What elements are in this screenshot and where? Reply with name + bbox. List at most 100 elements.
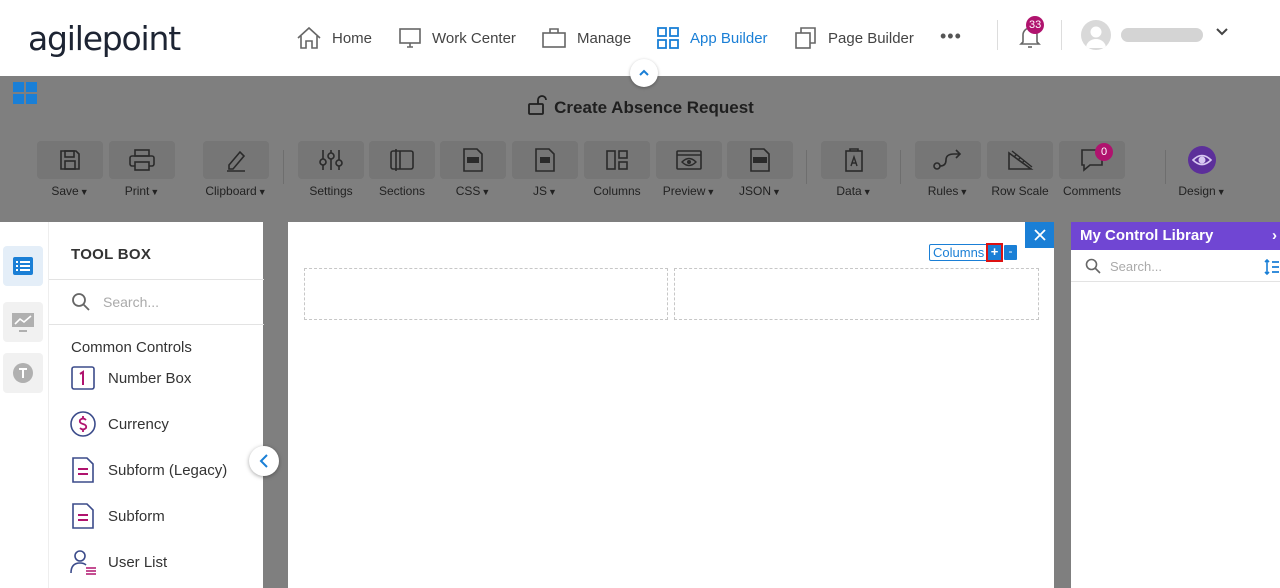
rail-analytics-button[interactable]	[3, 302, 43, 342]
toolbar-data[interactable]: Data▼	[821, 141, 887, 199]
text-circle-icon	[13, 363, 33, 383]
toolbar-js-label: JS	[533, 184, 548, 198]
columns-control-label[interactable]: Columns	[929, 244, 989, 261]
toolbar-json[interactable]: JSON▼	[727, 141, 793, 199]
page-builder-icon	[795, 27, 816, 49]
nav-home-label: Home	[332, 29, 373, 47]
briefcase-icon	[542, 28, 566, 48]
toolbar-preview-label: Preview	[662, 184, 706, 198]
more-menu-button[interactable]: •••	[940, 26, 962, 47]
toolbar-clipboard[interactable]: Clipboard▼	[203, 141, 269, 199]
home-icon	[297, 26, 321, 49]
nav-manage[interactable]: Manage	[541, 22, 631, 54]
control-library-panel: My Control Library › Search...	[1071, 222, 1280, 588]
agilepoint-logo[interactable]: agilepoint	[28, 19, 181, 58]
library-divider	[1071, 281, 1280, 282]
rules-flow-icon	[933, 149, 962, 170]
library-search-input[interactable]: Search...	[1085, 258, 1162, 274]
column-drop-zone[interactable]	[674, 268, 1039, 320]
sliders-icon	[319, 150, 343, 170]
nav-manage-label: Manage	[577, 29, 632, 47]
search-icon	[1085, 258, 1101, 274]
toolbox-search-placeholder: Search...	[103, 294, 160, 310]
toolbar-divider	[1165, 150, 1166, 184]
toolbox-panel: TOOL BOX Search... Common Controls Numbe…	[48, 222, 264, 588]
toolbar-divider	[283, 150, 284, 184]
user-name-redacted	[1121, 28, 1203, 42]
toolbar-sections[interactable]: Sections	[369, 141, 435, 199]
toolbar-columns[interactable]: Columns	[584, 141, 650, 199]
collapse-header-button[interactable]	[630, 59, 658, 87]
library-sort-button[interactable]	[1264, 258, 1280, 281]
control-label: Subform (Legacy)	[108, 461, 228, 479]
control-label: User List	[108, 553, 168, 571]
toolbar-css[interactable]: CSS▼	[440, 141, 506, 199]
toolbar-comments-label: Comments	[1062, 184, 1121, 198]
pencil-icon	[227, 150, 246, 172]
toolbar-js[interactable]: JS▼	[512, 141, 578, 199]
nav-work-center[interactable]: Work Center	[398, 22, 516, 54]
save-icon	[60, 150, 80, 170]
currency-icon	[70, 411, 96, 437]
control-currency[interactable]: Currency	[69, 410, 169, 438]
library-expand-icon[interactable]: ›	[1272, 222, 1277, 250]
nav-page-builder[interactable]: Page Builder	[794, 22, 914, 54]
control-label: Currency	[108, 415, 169, 433]
subform-legacy-icon	[72, 457, 94, 483]
toolbar-row-scale[interactable]: Row Scale	[987, 141, 1053, 199]
control-subform[interactable]: Subform	[69, 502, 165, 530]
toolbox-collapse-button[interactable]	[249, 446, 279, 476]
rail-theme-button[interactable]	[3, 353, 43, 393]
toolbar-save[interactable]: Save▼	[37, 141, 103, 199]
form-title: Create Absence Request	[0, 94, 1280, 118]
rail-toolbox-button[interactable]	[3, 246, 43, 286]
chevron-left-icon	[259, 454, 268, 468]
add-column-button[interactable]: +	[986, 243, 1003, 262]
control-user-list[interactable]: User List	[69, 548, 167, 576]
nav-home[interactable]: Home	[296, 22, 372, 54]
json-file-icon	[750, 148, 770, 172]
toolbar-rules-label: Rules	[927, 184, 959, 198]
toolbar-json-label: JSON	[739, 184, 772, 198]
nav-app-builder-label: App Builder	[690, 29, 768, 47]
sections-icon	[390, 149, 414, 171]
column-drop-zone[interactable]	[304, 268, 668, 320]
nav-divider	[997, 20, 998, 50]
close-canvas-button[interactable]	[1025, 222, 1054, 248]
toolbar-preview[interactable]: Preview▼	[656, 141, 722, 199]
monitor-icon	[399, 28, 421, 48]
user-menu-toggle[interactable]	[1214, 24, 1230, 45]
toolbox-section-title: Common Controls	[71, 339, 192, 356]
toolbox-divider	[49, 324, 264, 325]
toolbox-search-input[interactable]: Search...	[71, 292, 159, 312]
chevron-up-icon	[639, 69, 649, 76]
toolbar-comments[interactable]: Comments	[1059, 141, 1125, 199]
control-label: Number Box	[108, 369, 192, 387]
toolbar-css-label: CSS	[455, 184, 481, 198]
control-library-title: My Control Library	[1080, 227, 1214, 244]
toolbar-design[interactable]: Design▼	[1169, 141, 1235, 199]
toolbar-print[interactable]: Print▼	[109, 141, 175, 199]
toolbar-data-label: Data	[836, 184, 862, 198]
nav-app-builder[interactable]: App Builder	[656, 22, 768, 54]
control-library-header[interactable]: My Control Library ›	[1071, 222, 1280, 250]
search-icon	[72, 293, 90, 311]
preview-icon	[676, 150, 702, 170]
js-file-icon	[535, 148, 555, 172]
toolbar-rules[interactable]: Rules▼	[915, 141, 981, 199]
remove-column-button[interactable]: -	[1004, 245, 1017, 260]
toolbar-design-label: Design	[1178, 184, 1216, 198]
control-number-box[interactable]: Number Box	[69, 364, 191, 392]
toolbar-divider	[900, 150, 901, 184]
control-subform-legacy[interactable]: Subform (Legacy)	[69, 456, 227, 484]
chart-icon	[12, 313, 34, 332]
control-label: Subform	[108, 507, 165, 525]
css-file-icon	[463, 148, 483, 172]
sort-icon	[1264, 258, 1279, 276]
nav-divider	[1061, 20, 1062, 50]
columns-icon	[606, 150, 628, 170]
nav-page-builder-label: Page Builder	[828, 29, 914, 47]
user-avatar[interactable]	[1081, 20, 1111, 50]
design-eye-icon	[1188, 146, 1216, 174]
toolbar-settings[interactable]: Settings	[298, 141, 364, 199]
